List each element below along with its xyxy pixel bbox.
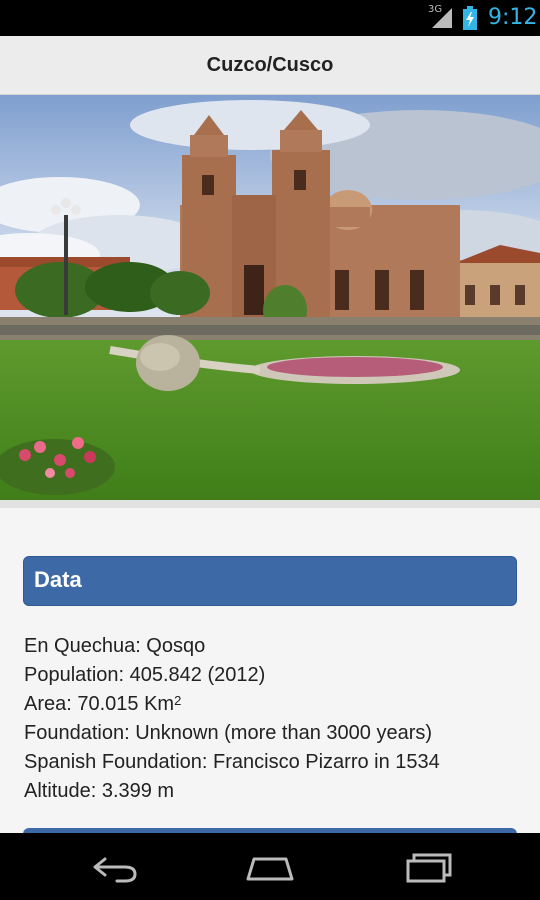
home-icon[interactable] (240, 847, 300, 887)
battery-charging-icon (463, 6, 477, 30)
city-photo (0, 95, 540, 500)
info-spanish-foundation: Spanish Foundation: Francisco Pizarro in… (24, 751, 440, 773)
signal-icon (432, 8, 452, 28)
info-altitude: Altitude: 3.399 m (24, 780, 175, 802)
recent-apps-icon[interactable] (400, 847, 460, 887)
info-en-quechua: En Quechua: Qosqo (24, 635, 206, 657)
action-bar: Cuzco/Cusco (0, 36, 540, 95)
info-foundation: Foundation: Unknown (more than 3000 year… (24, 722, 433, 744)
page-title: Cuzco/Cusco (206, 53, 334, 76)
info-area: Area: 70.015 Km2 (24, 690, 524, 719)
navigation-bar (0, 833, 540, 900)
divider (0, 500, 540, 508)
data-info-list: En Quechua: Qosqo Population: 405.842 (2… (24, 632, 524, 806)
clock: 9:12 (488, 5, 538, 30)
info-population: Population: 405.842 (2012) (24, 664, 266, 686)
data-section-title: Data (34, 567, 82, 592)
data-section-header[interactable]: Data (23, 556, 517, 606)
info-area-text: Area: 70.015 Km (24, 693, 175, 715)
back-icon[interactable] (83, 847, 143, 887)
content-area: Data En Quechua: Qosqo Population: 405.8… (0, 508, 540, 840)
info-area-superscript: 2 (174, 693, 182, 708)
status-bar: 3G 9:12 (0, 0, 540, 36)
